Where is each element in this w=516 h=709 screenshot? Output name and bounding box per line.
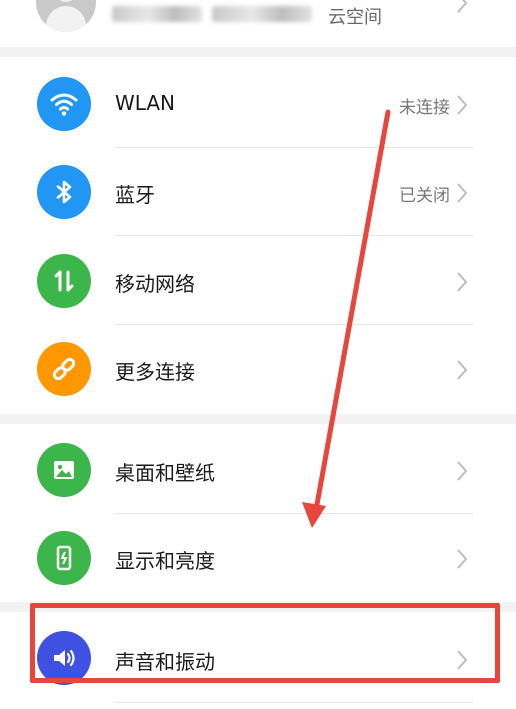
chevron-right-icon: [457, 272, 468, 292]
settings-item-wlan[interactable]: WLAN 未连接: [0, 60, 516, 148]
chevron-right-icon: [457, 360, 468, 380]
chevron-right-icon: [457, 461, 468, 481]
wallpaper-icon: [37, 443, 91, 497]
chevron-right-icon: [457, 95, 468, 115]
cloud-space-label: 云空间: [328, 7, 382, 28]
settings-item-label: 更多连接: [115, 360, 195, 384]
settings-item-more-connections[interactable]: 更多连接: [0, 325, 516, 413]
link-icon: [37, 342, 91, 396]
chevron-right-icon: [457, 0, 468, 13]
wifi-icon: [37, 77, 91, 131]
settings-item-label: WLAN: [115, 91, 176, 115]
settings-item-display[interactable]: 显示和亮度: [0, 514, 516, 602]
settings-item-label: 蓝牙: [115, 183, 155, 207]
mobile-network-icon: [37, 254, 91, 308]
settings-item-value: 未连接: [399, 98, 450, 118]
sound-icon: [37, 631, 91, 685]
settings-item-label: 移动网络: [115, 272, 195, 296]
chevron-right-icon: [457, 549, 468, 569]
blurred-account-name: [112, 6, 202, 22]
settings-item-wallpaper[interactable]: 桌面和壁纸: [0, 426, 516, 514]
avatar: [36, 0, 96, 32]
chevron-right-icon: [457, 650, 468, 670]
settings-item-sound[interactable]: 声音和振动: [0, 614, 516, 703]
chevron-right-icon: [457, 183, 468, 203]
section-divider: [0, 47, 516, 57]
display-icon: [37, 531, 91, 585]
settings-item-bluetooth[interactable]: 蓝牙 已关闭: [0, 148, 516, 236]
row-separator: [115, 235, 473, 236]
section-divider: [0, 414, 516, 424]
row-separator: [115, 702, 473, 703]
settings-item-mobile-network[interactable]: 移动网络: [0, 237, 516, 325]
account-row[interactable]: 云空间: [0, 0, 516, 40]
settings-page: 云空间 WLAN 未连接 蓝牙 已关闭 移动网络 更多连接 桌面和壁纸 显示和亮…: [0, 0, 516, 709]
section-divider: [0, 602, 516, 612]
settings-item-label: 显示和亮度: [115, 549, 215, 573]
settings-item-label: 桌面和壁纸: [115, 461, 215, 485]
settings-item-label: 声音和振动: [115, 650, 215, 674]
blurred-account-info: [212, 6, 312, 22]
settings-item-value: 已关闭: [399, 186, 450, 206]
bluetooth-icon: [37, 165, 91, 219]
